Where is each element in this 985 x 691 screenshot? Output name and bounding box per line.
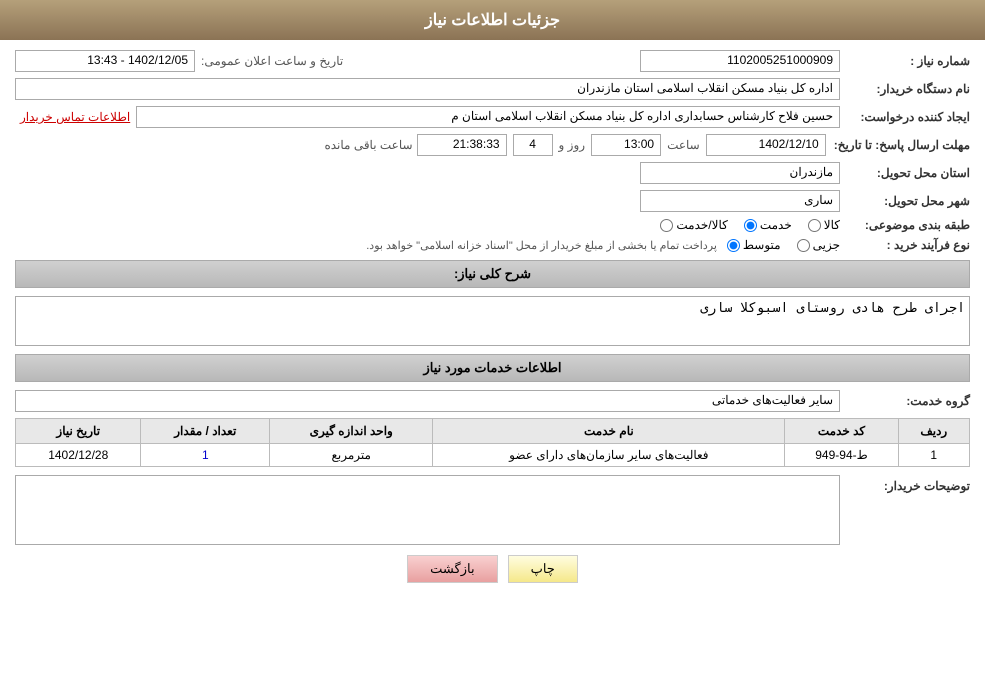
category-radio-group: کالا خدمت کالا/خدمت (660, 218, 840, 232)
row-deadline: مهلت ارسال پاسخ: تا تاریخ: 1402/12/10 سا… (15, 134, 970, 156)
category-option-khedmat[interactable]: خدمت (744, 218, 792, 232)
cell-quantity: 1 (141, 444, 270, 467)
row-category: طبقه بندی موضوعی: کالا خدمت کالا/خدمت (15, 218, 970, 232)
description-textarea[interactable] (15, 296, 970, 346)
city-value: ساری (640, 190, 840, 212)
cell-need-date: 1402/12/28 (16, 444, 141, 467)
description-section-title: شرح کلی نیاز: (454, 266, 531, 281)
deadline-remaining-label: ساعت باقی مانده (324, 138, 412, 152)
creator-label: ایجاد کننده درخواست: (840, 110, 970, 124)
page-wrapper: جزئیات اطلاعات نیاز شماره نیاز : 1102005… (0, 0, 985, 691)
page-header: جزئیات اطلاعات نیاز (0, 0, 985, 40)
row-description (15, 296, 970, 346)
row-service-group: گروه خدمت: سایر فعالیت‌های خدماتی (15, 390, 970, 412)
col-need-date: تاریخ نیاز (16, 419, 141, 444)
buyer-org-value: اداره کل بنیاد مسکن انقلاب اسلامی استان … (15, 78, 840, 100)
cell-service-code: ط-94-949 (785, 444, 898, 467)
category-radio-khedmat[interactable] (744, 219, 757, 232)
col-unit: واحد اندازه گیری (270, 419, 433, 444)
row-city: شهر محل تحویل: ساری (15, 190, 970, 212)
need-number-value: 1102005251000909 (640, 50, 840, 72)
category-option-kala-khedmat[interactable]: کالا/خدمت (660, 218, 727, 232)
row-buyer-org: نام دستگاه خریدار: اداره کل بنیاد مسکن ا… (15, 78, 970, 100)
deadline-label: مهلت ارسال پاسخ: تا تاریخ: (826, 138, 970, 152)
back-button[interactable]: بازگشت (407, 555, 497, 583)
col-row-num: ردیف (898, 419, 969, 444)
process-radio-motavaset[interactable] (727, 239, 740, 252)
buttons-row: چاپ بازگشت (15, 555, 970, 583)
page-title: جزئیات اطلاعات نیاز (425, 12, 560, 29)
services-table: ردیف کد خدمت نام خدمت واحد اندازه گیری ت… (15, 418, 970, 467)
category-radio-kala-khedmat[interactable] (660, 219, 673, 232)
process-motavaset-label: متوسط (743, 238, 781, 252)
category-label: طبقه بندی موضوعی: (840, 218, 970, 232)
process-option-jozi[interactable]: جزیی (797, 238, 840, 252)
announce-date-value: 1402/12/05 - 13:43 (15, 50, 195, 72)
deadline-date: 1402/12/10 (706, 134, 826, 156)
services-section-title: اطلاعات خدمات مورد نیاز (423, 360, 561, 375)
process-label: نوع فرآیند خرید : (840, 238, 970, 252)
process-jozi-label: جزیی (813, 238, 840, 252)
content-area: شماره نیاز : 1102005251000909 تاریخ و سا… (0, 40, 985, 603)
deadline-day-label: روز و (559, 138, 586, 152)
category-khedmat-label: خدمت (760, 218, 792, 232)
cell-unit: مترمربع (270, 444, 433, 467)
row-process: نوع فرآیند خرید : جزیی متوسط پرداخت تمام… (15, 238, 970, 252)
row-buyer-notes: توضیحات خریدار: (15, 475, 970, 545)
buyer-org-label: نام دستگاه خریدار: (840, 82, 970, 96)
creator-contact-link[interactable]: اطلاعات تماس خریدار (20, 110, 130, 124)
col-service-name: نام خدمت (433, 419, 785, 444)
creator-name: حسین فلاح کارشناس حسابداری اداره کل بنیا… (136, 106, 840, 128)
deadline-time: 13:00 (591, 134, 661, 156)
col-quantity: تعداد / مقدار (141, 419, 270, 444)
announce-date-label: تاریخ و ساعت اعلان عمومی: (201, 54, 343, 68)
section-services: اطلاعات خدمات مورد نیاز (15, 354, 970, 382)
process-option-motavaset[interactable]: متوسط (727, 238, 781, 252)
buyer-notes-label: توضیحات خریدار: (840, 475, 970, 493)
service-group-value: سایر فعالیت‌های خدماتی (15, 390, 840, 412)
province-label: استان محل تحویل: (840, 166, 970, 180)
need-number-label: شماره نیاز : (840, 54, 970, 68)
row-creator: ایجاد کننده درخواست: حسین فلاح کارشناس ح… (15, 106, 970, 128)
deadline-time-label: ساعت (667, 138, 700, 152)
province-value: مازندران (640, 162, 840, 184)
city-label: شهر محل تحویل: (840, 194, 970, 208)
category-option-kala[interactable]: کالا (808, 218, 840, 232)
category-kala-khedmat-label: کالا/خدمت (676, 218, 727, 232)
category-radio-kala[interactable] (808, 219, 821, 232)
category-kala-label: کالا (824, 218, 840, 232)
section-description: شرح کلی نیاز: (15, 260, 970, 288)
buyer-notes-textarea[interactable] (15, 475, 840, 545)
row-province: استان محل تحویل: مازندران (15, 162, 970, 184)
row-need-number: شماره نیاز : 1102005251000909 تاریخ و سا… (15, 50, 970, 72)
col-service-code: کد خدمت (785, 419, 898, 444)
print-button[interactable]: چاپ (508, 555, 578, 583)
process-radio-jozi[interactable] (797, 239, 810, 252)
service-group-label: گروه خدمت: (840, 394, 970, 408)
deadline-days: 4 (513, 134, 553, 156)
deadline-remaining: 21:38:33 (417, 134, 507, 156)
cell-service-name: فعالیت‌های سایر سازمان‌های دارای عضو (433, 444, 785, 467)
cell-row-num: 1 (898, 444, 969, 467)
process-radio-group: جزیی متوسط (727, 238, 840, 252)
process-desc: پرداخت تمام یا بخشی از مبلغ خریدار از مح… (366, 239, 717, 252)
table-row: 1 ط-94-949 فعالیت‌های سایر سازمان‌های دا… (16, 444, 970, 467)
